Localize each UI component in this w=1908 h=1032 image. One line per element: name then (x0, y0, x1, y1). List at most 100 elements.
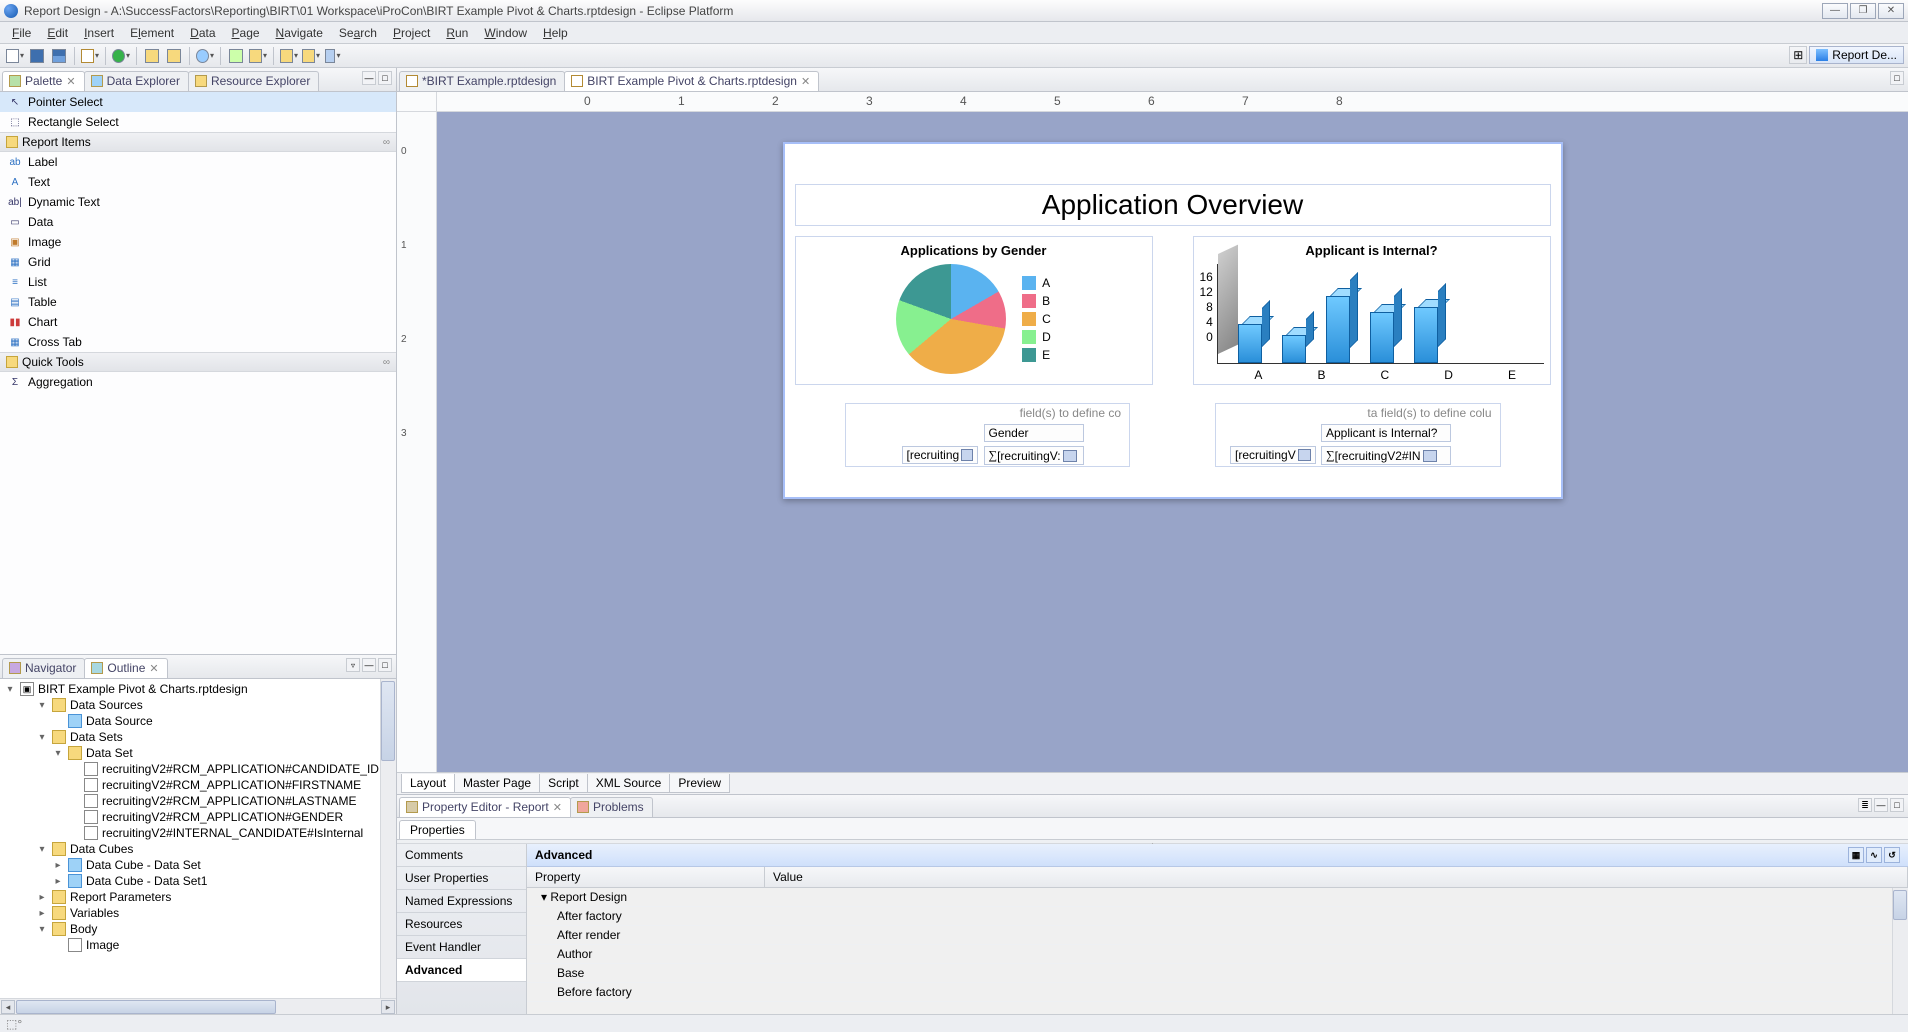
vscroll-thumb[interactable] (1893, 890, 1907, 920)
tree-root[interactable]: ▾▣BIRT Example Pivot & Charts.rptdesign (0, 681, 396, 697)
tree-row[interactable]: recruitingV2#INTERNAL_CANDIDATE#IsIntern… (0, 825, 396, 841)
back-button[interactable]: ▾ (280, 47, 298, 65)
new-button[interactable]: ▾ (6, 47, 24, 65)
crosstab-dimension[interactable]: Applicant is Internal? (1321, 424, 1451, 442)
show-categories-button[interactable]: ▦ (1848, 847, 1864, 863)
report-canvas[interactable]: Application Overview Applications by Gen… (437, 112, 1908, 772)
tree-row[interactable]: recruitingV2#RCM_APPLICATION#FIRSTNAME (0, 777, 396, 793)
tree-row[interactable]: ▸Data Cube - Data Set (0, 857, 396, 873)
view-menu-button[interactable]: ▿ (346, 658, 360, 672)
bar-chart-cell[interactable]: Applicant is Internal? 1612840 ABCDE (1193, 236, 1551, 385)
tab-resource-explorer[interactable]: Resource Explorer (188, 71, 319, 91)
crosstab-measure-2[interactable]: ∑[recruitingV: (984, 446, 1084, 465)
tree-row[interactable]: recruitingV2#RCM_APPLICATION#CANDIDATE_I… (0, 761, 396, 777)
outline-tree[interactable]: ▾▣BIRT Example Pivot & Charts.rptdesign … (0, 679, 396, 998)
open-perspective-button[interactable]: ⊞ (1789, 46, 1807, 64)
editor-tab-xmlsource[interactable]: XML Source (587, 774, 671, 793)
palette-item-image[interactable]: ▣Image (0, 232, 396, 252)
palette-item-list[interactable]: ≡List (0, 272, 396, 292)
property-category[interactable]: Resources (397, 913, 526, 936)
palette-item-dynamic-text[interactable]: ab|Dynamic Text (0, 192, 396, 212)
scroll-right-button[interactable]: ▸ (381, 1000, 395, 1014)
property-row[interactable]: Before factory (527, 983, 1908, 1002)
property-category[interactable]: Named Expressions (397, 890, 526, 913)
property-category[interactable]: Advanced (397, 959, 526, 982)
crosstab-measure-1[interactable]: [recruitingV (1230, 446, 1316, 464)
toggle3-button[interactable]: ▾ (249, 47, 267, 65)
toggle2-button[interactable] (165, 47, 183, 65)
toggle-breadcrumb-button[interactable] (143, 47, 161, 65)
menu-insert[interactable]: Insert (76, 24, 122, 42)
scroll-thumb[interactable] (381, 681, 395, 761)
palette-item-chart[interactable]: ▮▮Chart (0, 312, 396, 332)
palette-item-text[interactable]: AText (0, 172, 396, 192)
crosstab-dimension[interactable]: Gender (984, 424, 1084, 442)
tree-row[interactable]: ▸Data Cube - Data Set1 (0, 873, 396, 889)
menu-help[interactable]: Help (535, 24, 576, 42)
palette-pointer-select[interactable]: ↖Pointer Select (0, 92, 396, 112)
property-row[interactable]: Author (527, 945, 1908, 964)
palette-category-quick-tools[interactable]: Quick Tools∞ (0, 352, 396, 372)
subtab-properties[interactable]: Properties (399, 820, 476, 839)
property-row[interactable]: Base (527, 964, 1908, 983)
scroll-left-button[interactable]: ◂ (1, 1000, 15, 1014)
menu-edit[interactable]: Edit (39, 24, 76, 42)
minimize-panel-button[interactable]: — (1874, 798, 1888, 812)
tab-property-editor[interactable]: Property Editor - Report✕ (399, 797, 571, 817)
maximize-editor-button[interactable]: □ (1890, 71, 1904, 85)
tree-row[interactable]: Data Source (0, 713, 396, 729)
tree-row[interactable]: ▸Variables (0, 905, 396, 921)
save-button[interactable] (28, 47, 46, 65)
maximize-view-button[interactable]: □ (378, 658, 392, 672)
palette-item-data[interactable]: ▭Data (0, 212, 396, 232)
close-icon[interactable]: ✕ (553, 801, 562, 814)
editor-tab-script[interactable]: Script (539, 774, 588, 793)
maximize-button[interactable]: ❐ (1850, 3, 1876, 19)
pie-chart-cell[interactable]: Applications by Gender ABCDE (795, 236, 1153, 385)
column-value[interactable]: Value (765, 867, 1908, 887)
palette-item-label[interactable]: abLabel (0, 152, 396, 172)
new-report-button[interactable]: ▾ (81, 47, 99, 65)
tree-row[interactable]: Image (0, 937, 396, 953)
menu-window[interactable]: Window (476, 24, 535, 42)
last-button[interactable]: ▾ (324, 47, 342, 65)
link-editor-button[interactable] (227, 47, 245, 65)
palette-item-table[interactable]: ▤Table (0, 292, 396, 312)
save-all-button[interactable] (50, 47, 68, 65)
menu-page[interactable]: Page (224, 24, 268, 42)
tree-row[interactable]: ▾Data Sets (0, 729, 396, 745)
tree-row[interactable]: ▾Data Set (0, 745, 396, 761)
view-toggle-button[interactable]: ≣ (1858, 798, 1872, 812)
tree-row[interactable]: recruitingV2#RCM_APPLICATION#LASTNAME (0, 793, 396, 809)
report-title-cell[interactable]: Application Overview (795, 184, 1551, 226)
perspective-report[interactable]: Report De... (1809, 46, 1904, 64)
close-icon[interactable]: ✕ (801, 75, 810, 88)
minimize-view-button[interactable]: — (362, 71, 376, 85)
tree-row[interactable]: ▾Data Cubes (0, 841, 396, 857)
hscroll-thumb[interactable] (16, 1000, 276, 1014)
editor-tab-preview[interactable]: Preview (669, 774, 730, 793)
minimize-button[interactable]: — (1822, 3, 1848, 19)
crosstab-measure-1[interactable]: [recruiting (902, 446, 978, 464)
editor-tab-0[interactable]: *BIRT Example.rptdesign (399, 71, 565, 91)
menu-search[interactable]: Search (331, 24, 385, 42)
editor-tab-layout[interactable]: Layout (401, 774, 455, 793)
property-row[interactable]: ▾ Report Design (527, 888, 1908, 907)
editor-tab-masterpage[interactable]: Master Page (454, 774, 540, 793)
property-category[interactable]: Comments (397, 844, 526, 867)
palette-category-report-items[interactable]: Report Items∞ (0, 132, 396, 152)
property-row[interactable]: After render (527, 926, 1908, 945)
menu-navigate[interactable]: Navigate (268, 24, 331, 42)
tree-row[interactable]: recruitingV2#RCM_APPLICATION#GENDER (0, 809, 396, 825)
crosstab-2[interactable]: ta field(s) to define colu Applicant is … (1215, 403, 1501, 467)
tree-scrollbar[interactable] (380, 679, 396, 998)
tab-problems[interactable]: Problems (570, 797, 653, 817)
close-icon[interactable]: ✕ (149, 662, 158, 675)
maximize-panel-button[interactable]: □ (1890, 798, 1904, 812)
restore-defaults-button[interactable]: ↺ (1884, 847, 1900, 863)
close-icon[interactable]: ✕ (66, 75, 75, 88)
palette-item-aggregation[interactable]: ΣAggregation (0, 372, 396, 392)
tab-navigator[interactable]: Navigator (2, 658, 85, 678)
menu-element[interactable]: Element (122, 24, 182, 42)
crosstab-measure-2[interactable]: ∑[recruitingV2#IN (1321, 446, 1451, 465)
